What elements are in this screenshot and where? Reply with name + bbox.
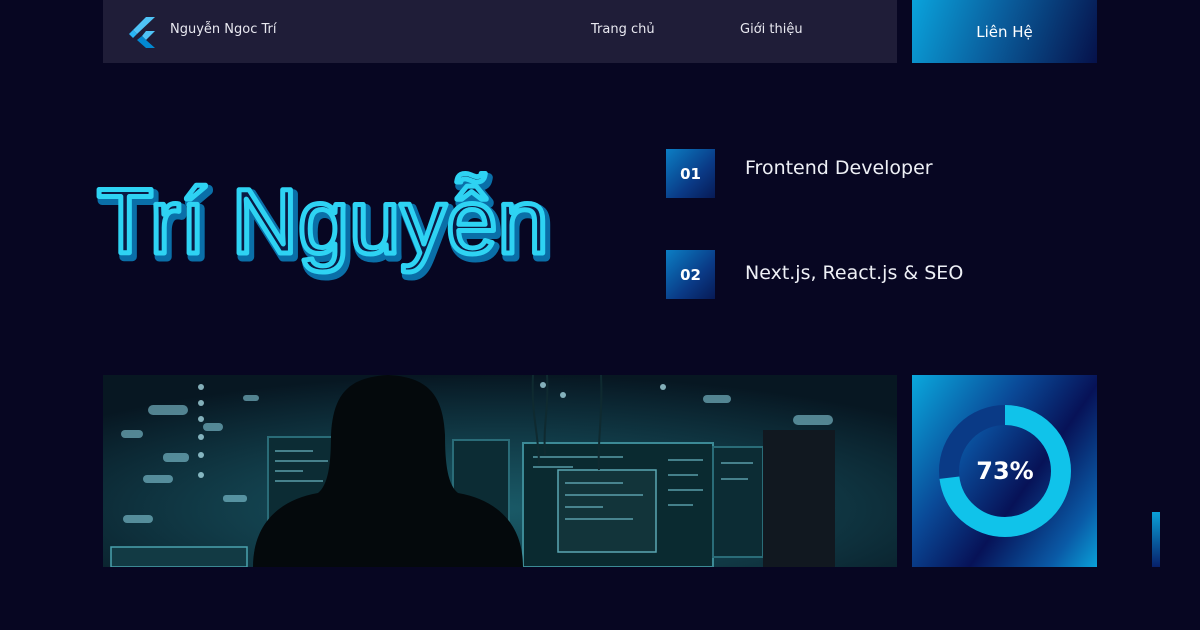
flutter-logo-icon[interactable]	[129, 17, 155, 48]
hacker-at-computers-image	[103, 375, 897, 567]
hero-name-outline: Trí Nguyễn	[97, 171, 549, 273]
decorative-strip	[1152, 512, 1160, 567]
nav-link-home[interactable]: Trang chủ	[591, 22, 655, 37]
hero-name-heading: Trí Nguyễn Trí Nguyễn	[95, 169, 556, 282]
progress-stat-card: 73%	[912, 375, 1097, 567]
feature-text: Frontend Developer	[745, 157, 933, 179]
nav-link-about[interactable]: Giới thiệu	[740, 22, 803, 37]
hacker-scene-illustration	[103, 375, 897, 567]
feature-number-badge: 01	[666, 149, 715, 198]
contact-button[interactable]: Liên Hệ	[912, 0, 1097, 63]
brand-name[interactable]: Nguyễn Ngoc Trí	[170, 22, 276, 37]
feature-number-badge: 02	[666, 250, 715, 299]
feature-text: Next.js, React.js & SEO	[745, 262, 964, 284]
top-navbar: Nguyễn Ngoc Trí Trang chủ Giới thiệu	[103, 0, 897, 63]
progress-value: 73%	[976, 457, 1034, 485]
